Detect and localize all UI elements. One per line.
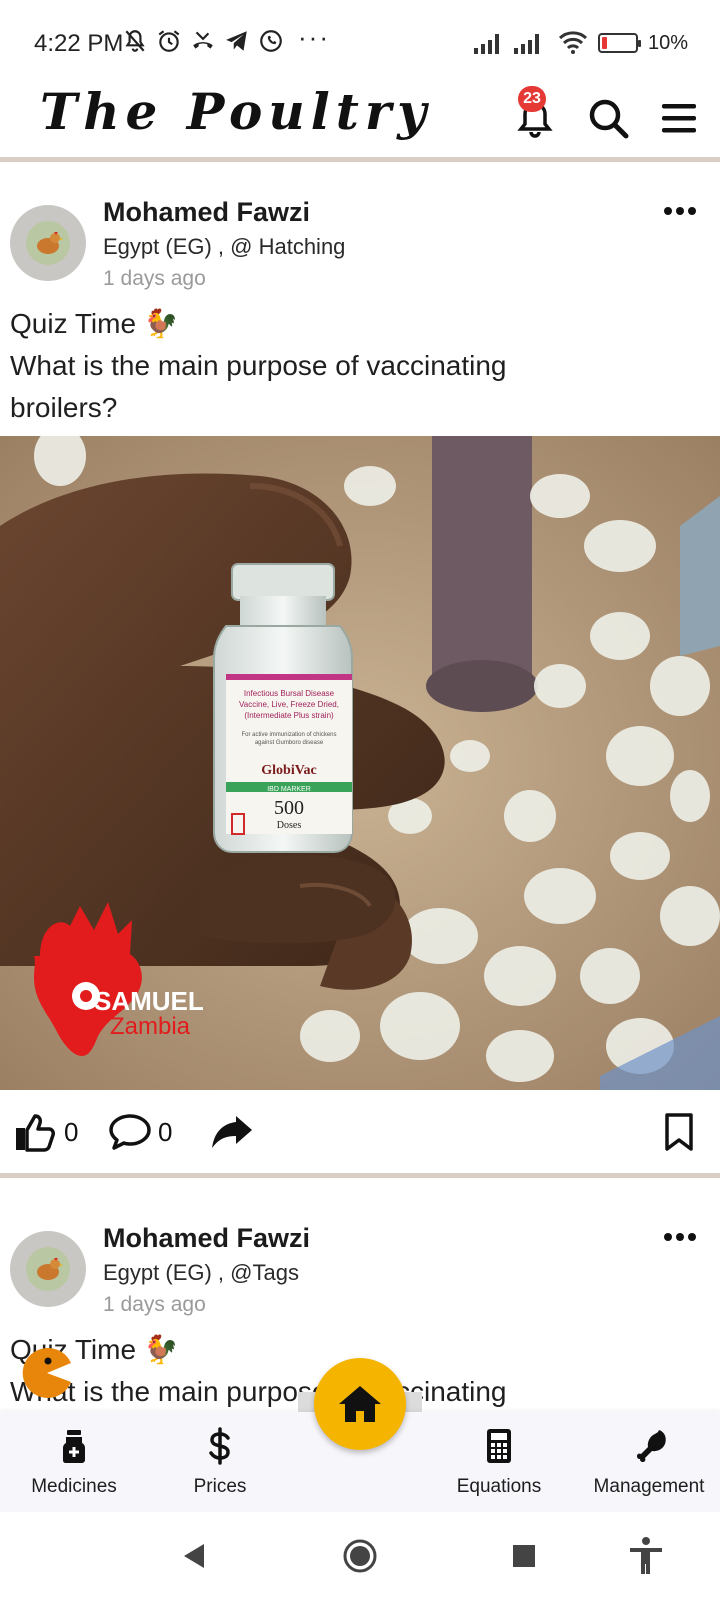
avatar[interactable] [10,1231,86,1307]
nav-label: Prices [193,1476,247,1497]
post-author[interactable]: Mohamed Fawzi [103,197,310,228]
home-circle-icon[interactable] [338,1534,382,1578]
like-button[interactable]: 0 [14,1110,78,1154]
watermark-line1: SAMUEL [94,986,204,1016]
nav-medicines[interactable]: Medicines [20,1412,128,1512]
calculator-icon [487,1429,511,1463]
more-notifications: ··· [298,22,330,52]
nav-label: Equations [456,1476,542,1497]
post-location: Egypt (EG) , @ Hatching [103,234,346,259]
vial-brand-sub: IBD MARKER [267,786,311,793]
post-time: 1 days ago [103,267,206,290]
back-triangle-icon[interactable] [172,1534,216,1578]
nav-label: Management [593,1476,705,1497]
notification-count-badge: 23 [518,86,546,112]
floating-assistant-icon[interactable] [18,1344,76,1402]
post-actions: 0 0 [0,1090,720,1178]
post-time: 1 days ago [103,1293,206,1316]
chicken-leg-icon [637,1430,666,1462]
watermark-line2: Zambia [110,1013,191,1040]
nav-label: Medicines [31,1476,117,1497]
comment-button[interactable]: 0 [108,1110,172,1154]
hamburger-menu-icon[interactable] [658,94,708,144]
recents-square-icon[interactable] [502,1534,546,1578]
wifi-icon [558,31,588,54]
notification-icons [122,28,284,54]
vial-label-line: against Gumboro disease [255,740,324,746]
vial-brand: GlobiVac [261,763,317,778]
status-bar: 4:22 PM ··· 10% [0,0,720,80]
vial-dose-unit: Doses [277,820,302,831]
battery-level: 10% [648,32,689,54]
post-text: Quiz Time 🐓 What is the main purpose of … [10,303,700,429]
bookmark-button[interactable] [662,1110,696,1154]
battery-icon [598,33,641,53]
vial-label-line: Infectious Bursal Disease [244,689,335,698]
like-count: 0 [64,1116,79,1147]
whatsapp-icon [260,30,282,52]
app-header: The Poultry [0,80,720,162]
vial-label-line: For active immunization of chickens [241,732,336,738]
telegram-icon [226,31,247,51]
nav-management[interactable]: Management [584,1412,714,1512]
share-button[interactable] [210,1110,254,1154]
accessibility-icon[interactable] [624,1534,668,1578]
app-title: The Poultry [40,82,433,141]
signal-icon [514,34,539,54]
post-options-icon[interactable] [664,1227,704,1247]
vial-dose-count: 500 [274,797,304,819]
hen-icon [37,232,63,254]
nav-equations[interactable]: Equations [444,1412,554,1512]
missed-call-icon [193,31,213,49]
post-text-line: What is the main purpose of vaccinating [10,350,507,381]
home-button[interactable] [314,1358,406,1450]
post-author[interactable]: Mohamed Fawzi [103,1223,310,1254]
hen-icon [37,1258,63,1280]
system-navigation-bar [0,1512,720,1600]
post-image[interactable]: Infectious Bursal Disease Vaccine, Live,… [0,436,720,1090]
home-icon [339,1386,381,1422]
status-time: 4:22 PM [34,30,124,57]
signal-icon [474,34,499,54]
mute-icon [125,30,145,52]
post-text-line: Quiz Time 🐓 [10,308,179,339]
comment-count: 0 [158,1116,173,1147]
post-options-icon[interactable] [664,201,704,221]
bookmark-icon [665,1113,693,1151]
post-location: Egypt (EG) , @Tags [103,1260,299,1285]
vial-label-line: (Intermediate Plus strain) [244,711,334,720]
search-icon[interactable] [584,94,634,144]
avatar[interactable] [10,205,86,281]
thumbs-up-icon [16,1114,55,1152]
vial-label-line: Vaccine, Live, Freeze Dried, [239,700,339,709]
dollar-icon [209,1427,230,1465]
alarm-icon [158,30,180,52]
comment-icon [109,1114,151,1150]
post-text-line: broilers? [10,392,118,423]
share-arrow-icon [212,1116,252,1148]
medicine-bottle-icon [63,1430,85,1463]
nav-prices[interactable]: Prices [170,1412,270,1512]
